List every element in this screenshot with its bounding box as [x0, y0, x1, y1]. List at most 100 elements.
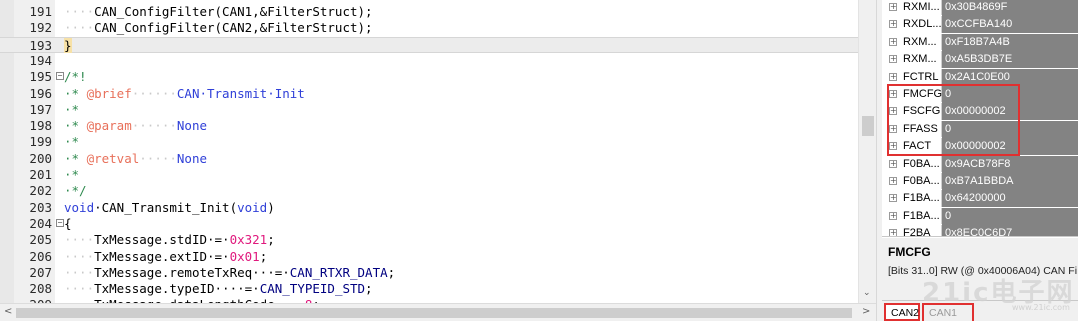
- register-value[interactable]: 0x9ACB78F8: [942, 155, 1078, 173]
- expand-plus-icon[interactable]: +: [889, 37, 897, 46]
- code-text: ····TxMessage.extID·=·0x01;: [64, 249, 267, 265]
- code-token: @param: [86, 118, 132, 134]
- line-number: 198: [29, 118, 52, 134]
- code-line[interactable]: 201 ·*: [0, 167, 858, 183]
- code-token: ·*: [64, 85, 87, 101]
- code-line[interactable]: 193}: [0, 36, 858, 54]
- code-line[interactable]: 206 ····TxMessage.extID·=·0x01;: [0, 249, 858, 265]
- vertical-scroll-thumb[interactable]: [862, 116, 874, 136]
- expand-plus-icon[interactable]: +: [889, 159, 897, 168]
- scroll-right-arrow-icon[interactable]: >: [862, 306, 870, 317]
- code-line[interactable]: 200 ·* @retval·····None: [0, 151, 858, 167]
- register-value[interactable]: 0xB7A1BBDA: [942, 173, 1078, 190]
- register-row[interactable]: + F1BA... 0: [882, 207, 1078, 226]
- register-value[interactable]: 0x64200000: [942, 190, 1078, 208]
- register-row[interactable]: + RXM... 0xA5B3DB7E: [882, 51, 1078, 69]
- register-row[interactable]: + F0BA... 0x9ACB78F8: [882, 155, 1078, 173]
- code-token: ·····: [139, 150, 177, 166]
- register-highlight-box: [887, 84, 1020, 156]
- line-number: 192: [29, 20, 52, 36]
- code-token: ····: [64, 264, 95, 280]
- line-number: 195: [29, 69, 52, 85]
- code-line[interactable]: 196 ·* @brief······CAN·Transmit·Init: [0, 86, 858, 102]
- code-token: CAN_RTXR_DATA: [289, 264, 388, 280]
- expand-plus-icon[interactable]: +: [889, 3, 897, 11]
- code-line[interactable]: 191 ····CAN_ConfigFilter(CAN1,&FilterStru…: [0, 4, 858, 20]
- code-token: ·*: [64, 134, 80, 150]
- register-name: RXM...: [903, 53, 937, 66]
- code-line[interactable]: 194: [0, 53, 858, 69]
- code-line[interactable]: 202 ·*/: [0, 183, 858, 199]
- register-name: RXDL...: [903, 18, 942, 31]
- register-row[interactable]: + RXM... 0xF18B7A4B: [882, 33, 1078, 52]
- code-text: ·*: [64, 167, 79, 183]
- expand-plus-icon[interactable]: +: [889, 211, 897, 220]
- code-line[interactable]: 203 void·CAN_Transmit_Init(void): [0, 200, 858, 216]
- editor-horizontal-scrollbar[interactable]: < >: [0, 303, 876, 321]
- expand-plus-icon[interactable]: +: [889, 194, 897, 203]
- register-name: F1BA...: [903, 192, 940, 205]
- expand-plus-icon[interactable]: +: [889, 229, 897, 236]
- register-value[interactable]: 0x8EC0C6D7: [942, 225, 1078, 236]
- code-token: TxMessage.stdID·=·: [94, 232, 230, 248]
- horizontal-scroll-thumb[interactable]: [16, 308, 852, 318]
- line-number: 205: [29, 232, 52, 248]
- code-text: ·*: [64, 134, 79, 150]
- register-value[interactable]: 0xF18B7A4B: [942, 33, 1078, 51]
- register-name: F1BA...: [903, 209, 940, 222]
- register-row[interactable]: + RXMI... 0x30B4869F: [882, 0, 1078, 17]
- code-line[interactable]: 207 ····TxMessage.remoteTxReq···=·CAN_RTX…: [0, 265, 858, 281]
- expand-plus-icon[interactable]: +: [889, 72, 897, 81]
- code-token: ;: [259, 248, 268, 264]
- register-value[interactable]: 0x30B4869F: [942, 0, 1078, 16]
- line-number: 208: [29, 281, 52, 297]
- tab-can2[interactable]: CAN2: [884, 303, 920, 321]
- code-token: CAN_ConfigFilter(CAN2,&FilterStruct);: [94, 20, 373, 36]
- code-line[interactable]: 192 ····CAN_ConfigFilter(CAN2,&FilterStru…: [0, 20, 858, 36]
- code-token: TxMessage.remoteTxReq···=·: [94, 264, 290, 280]
- code-token: ·CAN_Transmit_Init(: [94, 199, 238, 215]
- scroll-down-arrow-icon[interactable]: ⌄: [863, 288, 871, 298]
- expand-plus-icon[interactable]: +: [889, 20, 897, 29]
- code-token: ·*: [64, 150, 87, 166]
- register-row[interactable]: + F1BA... 0x64200000: [882, 190, 1078, 208]
- fold-toggle-icon[interactable]: −: [56, 218, 64, 227]
- code-text: void·CAN_Transmit_Init(void): [64, 200, 275, 216]
- register-row[interactable]: + F0BA... 0xB7A1BBDA: [882, 173, 1078, 191]
- code-line[interactable]: 204−{: [0, 216, 858, 232]
- code-line[interactable]: 195−/*!: [0, 69, 858, 85]
- code-token: ·*: [64, 167, 80, 182]
- code-line[interactable]: 197 ·*: [0, 102, 858, 118]
- code-token: }: [64, 37, 72, 53]
- code-token: void: [64, 199, 95, 215]
- register-row[interactable]: + F2BA 0x8EC0C6D7: [882, 225, 1078, 236]
- code-editor[interactable]: ▷▷ 191····CAN_ConfigFilter(CAN1,&FilterS…: [0, 0, 876, 303]
- code-text: ····TxMessage.remoteTxReq···=·CAN_RTXR_D…: [64, 265, 395, 281]
- code-line[interactable]: 205 ····TxMessage.stdID·=·0x321;: [0, 232, 858, 248]
- code-token: ····: [64, 4, 95, 19]
- line-number: 191: [29, 4, 52, 19]
- code-token: ····: [64, 248, 95, 264]
- line-number: 201: [29, 167, 52, 182]
- line-number: 200: [29, 150, 52, 166]
- code-token: {: [64, 215, 72, 231]
- fold-toggle-icon[interactable]: −: [56, 72, 64, 81]
- scroll-left-arrow-icon[interactable]: <: [4, 306, 12, 317]
- code-line[interactable]: 198 ·* @param······None: [0, 118, 858, 134]
- register-value[interactable]: 0xA5B3DB7E: [942, 51, 1078, 69]
- code-text: ····CAN_ConfigFilter(CAN2,&FilterStruct)…: [64, 20, 373, 36]
- register-value[interactable]: 0: [942, 207, 1078, 225]
- code-line[interactable]: 199 ·*: [0, 134, 858, 150]
- register-name: F0BA...: [903, 175, 940, 187]
- register-row[interactable]: + RXDL... 0xCCFBA140: [882, 16, 1078, 34]
- line-number: 204: [29, 215, 52, 231]
- register-value[interactable]: 0xCCFBA140: [942, 16, 1078, 34]
- register-name: RXMI...: [903, 1, 940, 13]
- code-line[interactable]: 208 ····TxMessage.typeID····=·CAN_TYPEID_…: [0, 281, 858, 297]
- expand-plus-icon[interactable]: +: [889, 55, 897, 64]
- code-text: }: [64, 37, 72, 54]
- code-text: ·* @retval·····None: [64, 151, 207, 167]
- editor-vertical-scrollbar[interactable]: ⌄: [858, 0, 876, 303]
- expand-plus-icon[interactable]: +: [889, 177, 897, 185]
- code-token: 0x01: [229, 248, 260, 264]
